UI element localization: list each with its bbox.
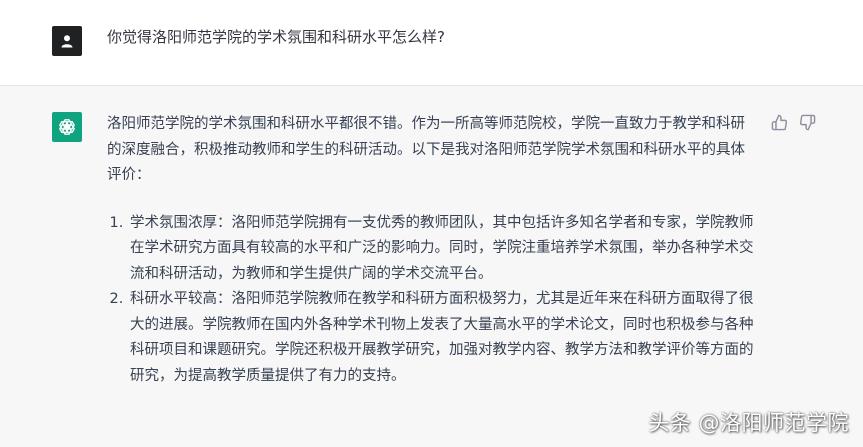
watermark: 头条 @洛阳师范学院 <box>648 411 849 435</box>
user-message-row: 你觉得洛阳师范学院的学术氛围和科研水平怎么样? <box>0 0 863 86</box>
openai-logo-icon <box>59 119 75 135</box>
thumbs-down-button[interactable] <box>798 113 816 131</box>
list-item: 学术氛围浓厚：洛阳师范学院拥有一支优秀的教师团队，其中包括许多知名学者和专家，学… <box>128 211 757 288</box>
thumbs-up-icon <box>771 114 787 130</box>
chat-page: 你觉得洛阳师范学院的学术氛围和科研水平怎么样? 洛阳师范学院的学术氛围和科研水平… <box>0 0 863 447</box>
assistant-message-row: 洛阳师范学院的学术氛围和科研水平都很不错。作为一所高等师范院校，学院一直致力于教… <box>0 86 863 447</box>
list-item: 科研水平较高：洛阳师范学院教师在教学和科研方面积极努力，尤其是近年来在科研方面取… <box>128 287 757 389</box>
user-icon <box>61 35 73 48</box>
assistant-answer: 洛阳师范学院的学术氛围和科研水平都很不错。作为一所高等师范院校，学院一直致力于教… <box>107 112 757 389</box>
answer-list: 学术氛围浓厚：洛阳师范学院拥有一支优秀的教师团队，其中包括许多知名学者和专家，学… <box>107 211 757 390</box>
assistant-avatar <box>52 112 82 142</box>
feedback-buttons <box>770 113 816 131</box>
answer-intro: 洛阳师范学院的学术氛围和科研水平都很不错。作为一所高等师范院校，学院一直致力于教… <box>107 116 745 183</box>
thumbs-down-icon <box>799 114 815 130</box>
user-avatar <box>52 26 82 56</box>
user-question: 你觉得洛阳师范学院的学术氛围和科研水平怎么样? <box>107 28 445 46</box>
thumbs-up-button[interactable] <box>770 113 788 131</box>
